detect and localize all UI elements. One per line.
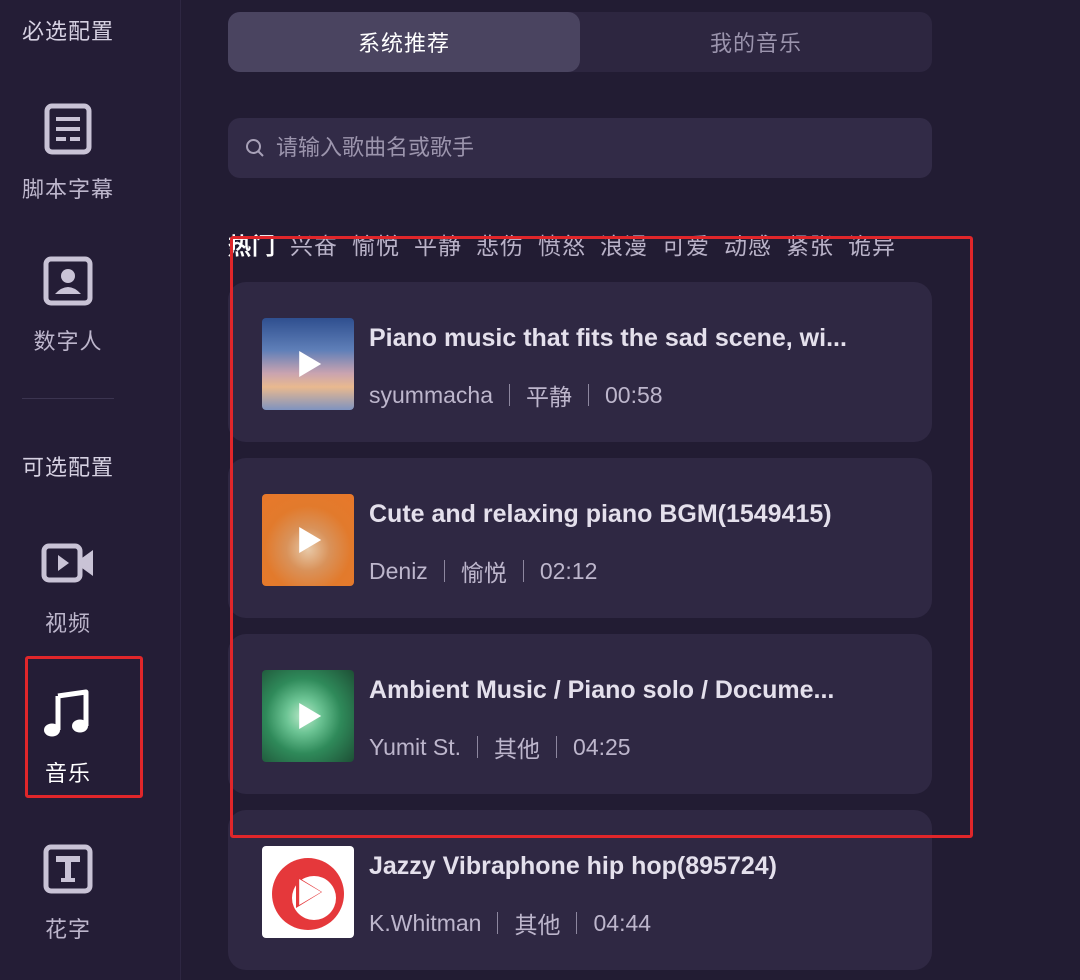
song-artist: syummacha — [369, 381, 493, 408]
optional-config-title: 可选配置 — [22, 455, 115, 480]
song-artist: Yumit St. — [369, 733, 462, 760]
song-mood: 愉悦 — [460, 560, 507, 586]
category-tense[interactable]: 紧张 — [786, 227, 834, 261]
meta-divider — [497, 912, 499, 934]
song-artist: Deniz — [369, 557, 428, 584]
search-bar — [228, 118, 932, 178]
sidebar-item-label: 视频 — [44, 611, 91, 636]
video-camera-icon — [41, 543, 93, 583]
song-meta: Deniz 愉悦 02:12 — [369, 554, 597, 588]
song-title: Jazzy Vibraphone hip hop(895724) — [369, 852, 777, 880]
meta-divider — [576, 912, 578, 934]
song-mood: 其他 — [514, 912, 561, 938]
song-card[interactable]: Cute and relaxing piano BGM(1549415) Den… — [228, 458, 932, 618]
script-subtitle-icon — [44, 103, 92, 155]
song-duration: 04:44 — [593, 909, 652, 936]
category-excited[interactable]: 兴奋 — [290, 227, 338, 261]
song-cover-sky[interactable] — [262, 318, 354, 410]
tab-system-recommend[interactable]: 系统推荐 — [228, 12, 580, 72]
category-sad[interactable]: 悲伤 — [476, 227, 524, 261]
category-joyful[interactable]: 愉悦 — [352, 227, 400, 261]
meta-divider — [477, 736, 479, 758]
category-calm[interactable]: 平静 — [414, 227, 462, 261]
category-romantic[interactable]: 浪漫 — [600, 227, 648, 261]
category-hot[interactable]: 热门 — [228, 227, 276, 261]
play-icon — [299, 527, 322, 553]
song-card[interactable]: Piano music that fits the sad scene, wi.… — [228, 282, 932, 442]
tab-my-music[interactable]: 我的音乐 — [580, 12, 932, 72]
sidebar-item-digital-human[interactable]: 数字人 — [12, 248, 124, 368]
sidebar-item-text-style[interactable]: 花字 — [12, 836, 124, 956]
song-meta: Yumit St. 其他 04:25 — [369, 730, 631, 764]
song-duration: 02:12 — [539, 557, 598, 584]
music-note-icon — [44, 689, 89, 737]
category-filter-bar: 热门 兴奋 愉悦 平静 悲伤 愤怒 浪漫 可爱 动感 紧张 诡异 — [228, 222, 948, 262]
play-icon — [299, 703, 322, 729]
play-icon — [299, 879, 322, 905]
category-dynamic[interactable]: 动感 — [724, 227, 772, 261]
sidebar-item-video[interactable]: 视频 — [12, 530, 124, 650]
song-title: Piano music that fits the sad scene, wi.… — [369, 324, 847, 352]
song-mood: 其他 — [494, 736, 541, 762]
category-angry[interactable]: 愤怒 — [538, 227, 586, 261]
sidebar-item-script-subtitle[interactable]: 脚本字幕 — [12, 96, 124, 216]
sidebar-divider — [22, 398, 114, 399]
category-eerie[interactable]: 诡异 — [848, 227, 896, 261]
song-cover-leaves[interactable] — [262, 670, 354, 762]
sidebar-border — [180, 0, 181, 980]
search-icon — [246, 139, 264, 157]
required-config-title: 必选配置 — [22, 19, 115, 44]
meta-divider — [522, 560, 524, 582]
meta-divider — [443, 560, 445, 582]
search-input[interactable] — [274, 134, 878, 162]
sidebar: 必选配置 脚本字幕 数字人 可选配置 视频 音乐 花字 — [0, 0, 180, 980]
song-title: Cute and relaxing piano BGM(1549415) — [369, 500, 832, 528]
song-duration: 00:58 — [604, 381, 663, 408]
text-style-icon — [43, 844, 93, 894]
song-cover-dog[interactable] — [262, 494, 354, 586]
play-icon — [299, 351, 322, 377]
song-title: Ambient Music / Piano solo / Docume... — [369, 676, 835, 704]
song-artist: K.Whitman — [369, 909, 482, 936]
sidebar-item-label: 花字 — [44, 917, 91, 942]
song-mood: 平静 — [525, 384, 572, 410]
digital-human-icon — [43, 256, 93, 306]
category-cute[interactable]: 可爱 — [662, 227, 710, 261]
song-cover-logo[interactable] — [262, 846, 354, 938]
song-meta: K.Whitman 其他 04:44 — [369, 906, 651, 940]
song-card[interactable]: Jazzy Vibraphone hip hop(895724) K.Whitm… — [228, 810, 932, 970]
sidebar-item-label: 数字人 — [33, 329, 103, 354]
meta-divider — [556, 736, 558, 758]
meta-divider — [508, 384, 510, 406]
tab-bar: 系统推荐 我的音乐 — [228, 12, 932, 72]
song-duration: 04:25 — [573, 733, 631, 760]
sidebar-item-music[interactable]: 音乐 — [12, 680, 124, 800]
sidebar-item-label: 音乐 — [44, 761, 91, 786]
sidebar-item-label: 脚本字幕 — [21, 177, 114, 202]
song-meta: syummacha 平静 00:58 — [369, 378, 663, 412]
meta-divider — [587, 384, 589, 406]
song-card[interactable]: Ambient Music / Piano solo / Docume... Y… — [228, 634, 932, 794]
